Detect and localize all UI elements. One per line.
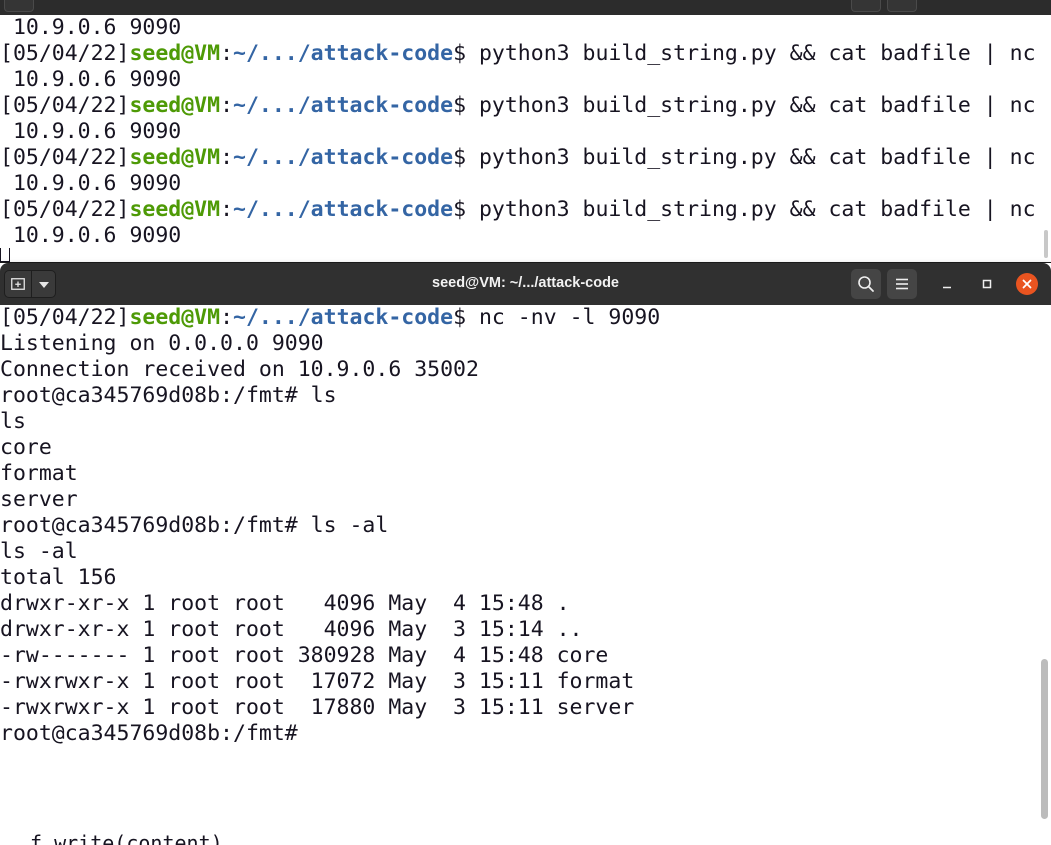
terminal-output-line: server [0, 487, 78, 512]
prompt-date: [05/04/22] [0, 41, 130, 66]
minimize-icon [943, 286, 951, 289]
background-terminal-window[interactable]: 10.9.0.6 9090 [05/04/22]seed@VM:~/.../att… [0, 0, 1051, 262]
background-output-line: 10.9.0.6 9090 [0, 119, 182, 144]
prompt-path: ~/.../attack-code [233, 197, 454, 222]
prompt-command: python3 build_string.py && cat badfile |… [478, 145, 1036, 170]
prompt-userhost: seed@VM [129, 305, 221, 330]
prompt-command: python3 build_string.py && cat badfile |… [478, 197, 1036, 222]
editor-code-line: f.write(content) [30, 831, 223, 845]
terminal-output-line: ls [0, 409, 26, 434]
terminal-prompt-line: [05/04/22]seed@VM:~/.../attack-code$ nc … [0, 305, 660, 331]
terminal-output[interactable]: [05/04/22]seed@VM:~/.../attack-code$ nc … [0, 305, 660, 747]
terminal-output-line: Listening on 0.0.0.0 9090 [0, 331, 324, 356]
background-terminal-output: 10.9.0.6 9090 [05/04/22]seed@VM:~/.../att… [0, 15, 1036, 249]
prompt-separator: : [220, 145, 234, 170]
prompt-date: [05/04/22] [0, 93, 130, 118]
minimize-button[interactable] [936, 273, 958, 295]
terminal-output-line: total 156 [0, 565, 117, 590]
close-button[interactable] [1016, 273, 1038, 295]
prompt-path: ~/.../attack-code [233, 93, 454, 118]
maximize-icon [982, 279, 992, 289]
background-output-line: 10.9.0.6 9090 [0, 223, 182, 248]
editor-behind: f.write(content) [0, 827, 1051, 845]
background-output-line: 10.9.0.6 9090 [0, 171, 182, 196]
terminal-output-line: Connection received on 10.9.0.6 35002 [0, 357, 479, 382]
prompt-command: python3 build_string.py && cat badfile |… [478, 41, 1036, 66]
terminal-output-line: drwxr-xr-x 1 root root 4096 May 3 15:14 … [0, 617, 583, 642]
terminal-output-line: -rwxrwxr-x 1 root root 17072 May 3 15:11… [0, 669, 635, 694]
prompt-userhost: seed@VM [129, 41, 221, 66]
background-menu-button[interactable] [887, 0, 917, 12]
prompt-date: [05/04/22] [0, 305, 130, 330]
prompt-date: [05/04/22] [0, 145, 130, 170]
prompt-dollar: $ [453, 305, 479, 330]
maximize-button[interactable] [976, 273, 998, 295]
prompt-command: python3 build_string.py && cat badfile |… [478, 93, 1036, 118]
prompt-separator: : [220, 305, 234, 330]
terminal-output-line: format [0, 461, 78, 486]
prompt-userhost: seed@VM [129, 93, 221, 118]
terminal-output-line: root@ca345769d08b:/fmt# ls -al [0, 513, 389, 538]
prompt-separator: : [220, 93, 234, 118]
prompt-path: ~/.../attack-code [233, 145, 454, 170]
background-prompt-line: [05/04/22]seed@VM:~/.../attack-code$ pyt… [0, 93, 1036, 119]
background-output-line: 10.9.0.6 9090 [0, 15, 182, 40]
terminal-output-line: ls -al [0, 539, 78, 564]
prompt-dollar: $ [453, 197, 479, 222]
terminal-scrollbar[interactable] [1041, 659, 1048, 819]
prompt-command: nc -nv -l 9090 [478, 305, 661, 330]
prompt-userhost: seed@VM [129, 197, 221, 222]
prompt-path: ~/.../attack-code [233, 305, 454, 330]
prompt-dollar: $ [453, 41, 479, 66]
prompt-separator: : [220, 41, 234, 66]
terminal-output-line: root@ca345769d08b:/fmt# ls [0, 383, 337, 408]
terminal-output-line: -rwxrwxr-x 1 root root 17880 May 3 15:11… [0, 695, 635, 720]
search-icon [858, 276, 874, 292]
prompt-dollar: $ [453, 145, 479, 170]
terminal-output-lines: Listening on 0.0.0.0 9090 Connection rece… [0, 331, 660, 747]
terminal-output-line: core [0, 435, 52, 460]
terminal-output-line: root@ca345769d08b:/fmt# [0, 721, 298, 746]
terminal-window[interactable]: seed@VM: ~/.../attack-code [05/04/22]see… [0, 263, 1051, 827]
background-terminal-cursor [0, 248, 10, 262]
prompt-path: ~/.../attack-code [233, 41, 454, 66]
background-prompt-line: [05/04/22]seed@VM:~/.../attack-code$ pyt… [0, 41, 1036, 67]
background-prompt-line: [05/04/22]seed@VM:~/.../attack-code$ pyt… [0, 197, 1036, 223]
menu-button[interactable] [887, 269, 917, 299]
background-terminal-titlebar [0, 0, 1051, 15]
background-terminal-scrollbar[interactable] [1044, 230, 1048, 258]
background-output-line: 10.9.0.6 9090 [0, 67, 182, 92]
background-search-button[interactable] [851, 0, 881, 12]
prompt-date: [05/04/22] [0, 197, 130, 222]
terminal-output-line: drwxr-xr-x 1 root root 4096 May 4 15:48 … [0, 591, 570, 616]
search-button[interactable] [851, 269, 881, 299]
prompt-userhost: seed@VM [129, 145, 221, 170]
background-tab-button[interactable] [4, 0, 34, 12]
close-icon [1022, 279, 1032, 289]
terminal-titlebar[interactable]: seed@VM: ~/.../attack-code [0, 263, 1051, 305]
hamburger-menu-icon [896, 278, 908, 290]
background-prompt-line: [05/04/22]seed@VM:~/.../attack-code$ pyt… [0, 145, 1036, 171]
prompt-separator: : [220, 197, 234, 222]
prompt-dollar: $ [453, 93, 479, 118]
terminal-output-line: -rw------- 1 root root 380928 May 4 15:4… [0, 643, 609, 668]
